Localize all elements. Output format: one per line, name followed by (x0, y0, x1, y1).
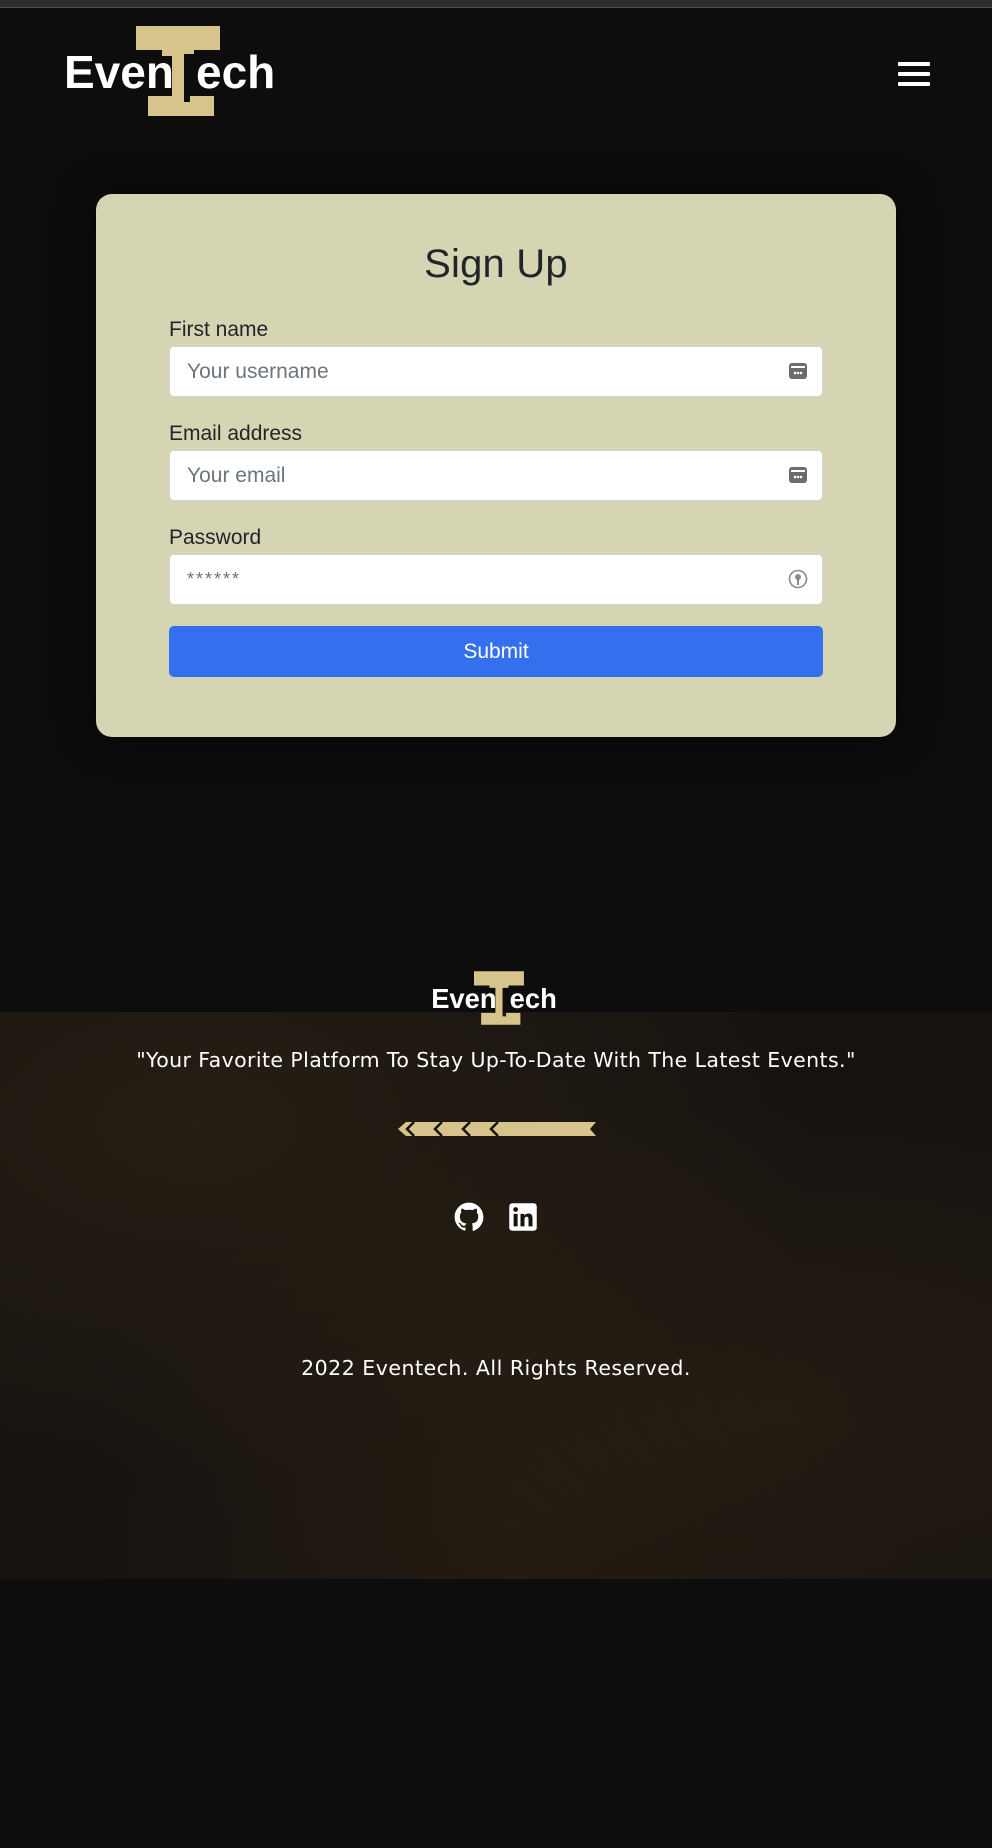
logo-text-right: ech (196, 46, 275, 98)
hamburger-menu-icon-bar (898, 72, 930, 76)
logo-text-left: Even (64, 46, 174, 98)
submit-button[interactable]: Submit (169, 626, 823, 677)
footer-copyright: 2022 Eventech. All Rights Reserved. (301, 1356, 691, 1380)
first-name-input[interactable] (169, 346, 823, 397)
eventech-logo[interactable]: Even ech (62, 24, 284, 118)
email-input[interactable] (169, 450, 823, 501)
email-label: Email address (169, 422, 303, 445)
footer-eventech-logo[interactable]: Even ech (430, 970, 562, 1026)
password-manager-icon[interactable] (788, 361, 808, 381)
signup-card: Sign Up First name Email address Passwor… (96, 194, 896, 737)
password-label: Password (169, 526, 262, 549)
linkedin-icon[interactable] (508, 1202, 538, 1232)
logo-text-right: ech (510, 983, 557, 1014)
site-footer (0, 1012, 992, 1579)
password-input[interactable] (169, 554, 823, 605)
hamburger-menu-button[interactable] (896, 62, 932, 90)
key-icon[interactable] (788, 569, 808, 589)
hamburger-menu-icon (898, 62, 930, 66)
footer-tagline: "Your Favorite Platform To Stay Up-To-Da… (136, 1048, 856, 1072)
first-name-label: First name (169, 318, 269, 341)
github-icon[interactable] (454, 1202, 484, 1232)
hamburger-menu-icon-bar (898, 82, 930, 86)
arrow-ornament-divider-icon (396, 1120, 596, 1138)
logo-text-left: Even (431, 983, 496, 1014)
browser-top-strip (0, 0, 992, 8)
password-manager-icon[interactable] (788, 465, 808, 485)
signup-title: Sign Up (424, 242, 568, 286)
